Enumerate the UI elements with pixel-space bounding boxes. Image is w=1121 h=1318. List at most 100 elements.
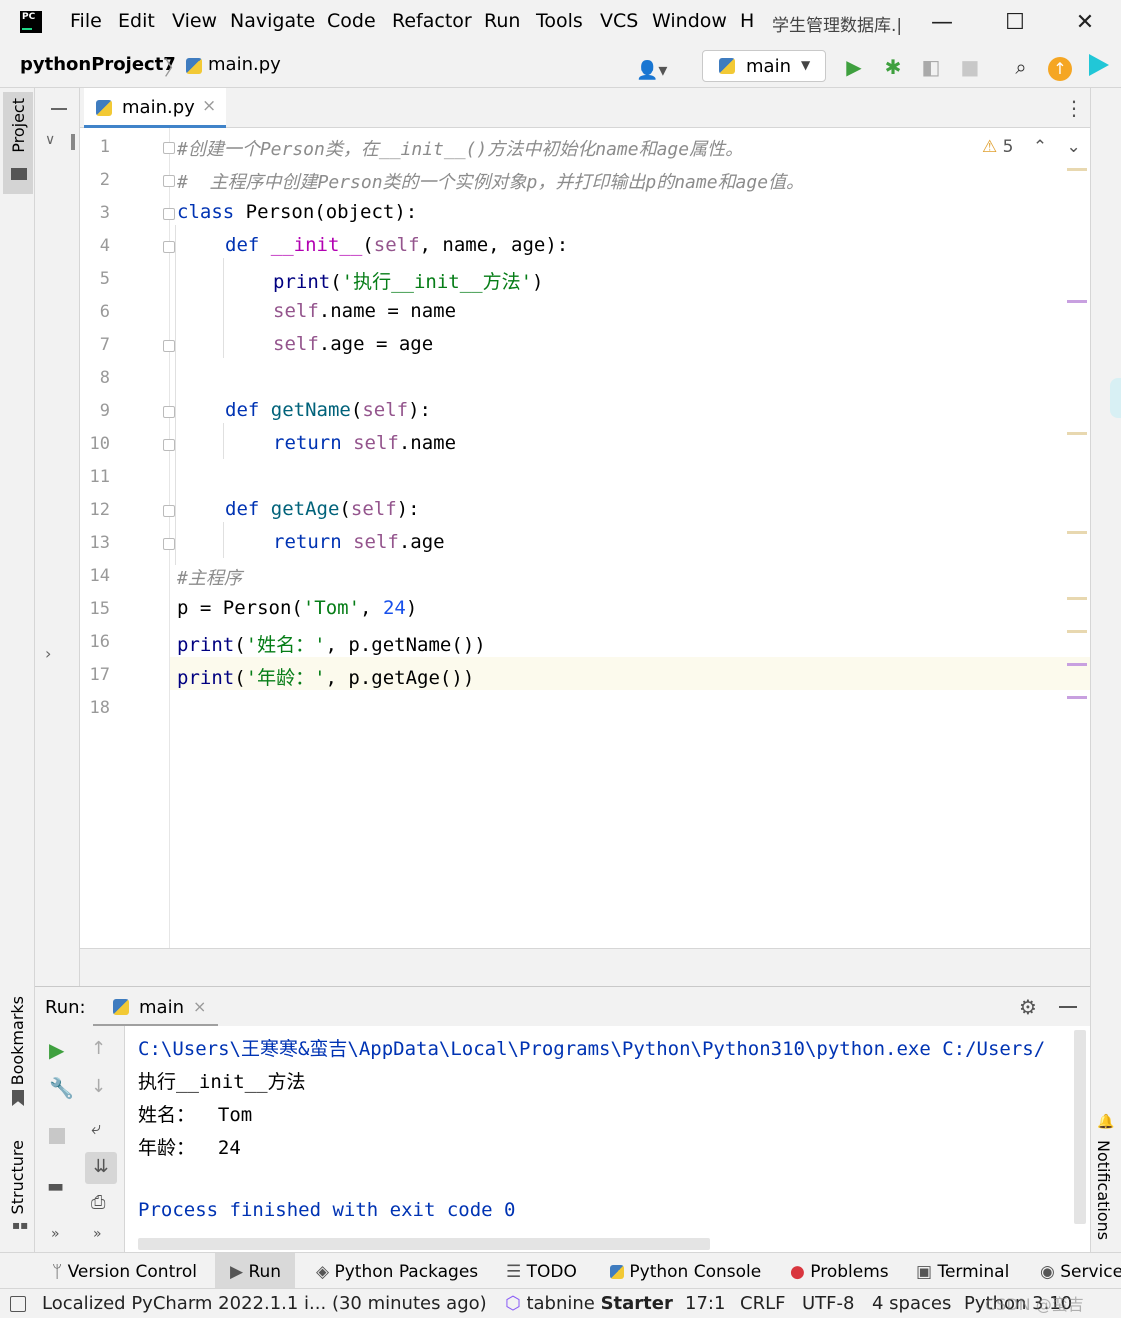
tool-tab-python-console[interactable]: Python Console [610, 1262, 761, 1282]
console-line-output: 姓名： Tom [138, 1104, 253, 1126]
console-vertical-scrollbar[interactable] [1074, 1030, 1086, 1224]
hide-panel-icon[interactable] [1059, 1006, 1077, 1008]
line-number: 3 [99, 203, 110, 223]
notifications-icon[interactable]: 🔔 [1097, 1114, 1114, 1130]
fold-marker[interactable] [163, 538, 175, 550]
tool-tab-todo[interactable]: ☰ TODO [506, 1262, 577, 1282]
menu-window[interactable]: Window [652, 10, 727, 32]
fold-marker[interactable] [163, 142, 175, 154]
function-name: __init__ [270, 234, 363, 256]
fold-marker[interactable] [163, 241, 175, 253]
toggle-tool-windows-icon[interactable] [10, 1296, 26, 1312]
status-bar: Localized PyCharm 2022.1.1 i... (30 minu… [0, 1288, 1121, 1318]
notifications-tool-tab[interactable]: Notifications [1094, 1140, 1113, 1240]
fold-marker[interactable] [163, 208, 175, 220]
console-horizontal-scrollbar[interactable] [138, 1238, 710, 1250]
caret-position[interactable]: 17:1 [685, 1293, 725, 1314]
menu-tools[interactable]: Tools [536, 10, 583, 32]
breadcrumb-project[interactable]: pythonProject7 [20, 54, 176, 75]
more-options-icon[interactable]: ⋮ [1064, 96, 1084, 120]
user-icon[interactable]: 👤▾ [636, 60, 667, 81]
scroll-marker[interactable] [1067, 531, 1087, 534]
scroll-marker[interactable] [1067, 630, 1087, 633]
minimize-button[interactable]: — [927, 8, 957, 38]
debug-icon[interactable]: ✱ [880, 54, 906, 80]
scroll-marker[interactable] [1067, 432, 1087, 435]
indent-setting[interactable]: 4 spaces [872, 1293, 951, 1314]
print-icon[interactable]: ⎙ [91, 1192, 105, 1213]
more-icon[interactable]: » [51, 1226, 60, 1242]
tool-tab-services[interactable]: ◉ Services [1040, 1262, 1121, 1282]
settings-gear-icon[interactable]: ⚙ [1019, 995, 1037, 1019]
tool-tab-problems[interactable]: ● Problems [790, 1262, 889, 1282]
scroll-thumb[interactable] [71, 134, 75, 150]
run-icon[interactable]: ▶ [841, 54, 867, 80]
branch-icon: ᛘ [52, 1262, 63, 1282]
arrow-down-icon[interactable]: ↓ [91, 1076, 106, 1097]
scroll-marker[interactable] [1067, 696, 1087, 699]
hide-icon[interactable] [51, 108, 67, 110]
stop-icon[interactable] [49, 1128, 65, 1144]
folder-icon [11, 168, 27, 180]
menu-help[interactable]: H [740, 10, 754, 32]
menu-view[interactable]: View [172, 10, 217, 32]
chevron-down-icon[interactable]: ∨ [45, 132, 55, 148]
chevron-down-icon: ▼ [801, 58, 811, 72]
status-message[interactable]: Localized PyCharm 2022.1.1 i... (30 minu… [42, 1293, 487, 1314]
fold-marker[interactable] [163, 439, 175, 451]
fold-marker[interactable] [163, 505, 175, 517]
close-window-button[interactable]: ✕ [1070, 8, 1100, 38]
breadcrumb-file[interactable]: main.py [208, 54, 281, 75]
indent-guide [175, 225, 176, 565]
update-icon[interactable]: ↑ [1047, 54, 1073, 81]
line-separator[interactable]: CRLF [740, 1293, 785, 1314]
scroll-marker[interactable] [1067, 663, 1087, 666]
fold-marker[interactable] [163, 406, 175, 418]
tab-main-py[interactable]: main.py × [84, 88, 226, 128]
layout-icon[interactable]: ▬ [47, 1176, 64, 1197]
tool-tab-terminal[interactable]: ▣ Terminal [916, 1262, 1009, 1282]
scroll-marker[interactable] [1067, 300, 1087, 303]
menu-code[interactable]: Code [327, 10, 376, 32]
jetbrains-ai-icon[interactable] [1086, 54, 1112, 80]
fold-marker[interactable] [163, 340, 175, 352]
scroll-marker[interactable] [1067, 597, 1087, 600]
soft-wrap-icon[interactable]: ⤶ [91, 1118, 101, 1139]
tool-tab-python-packages[interactable]: ◈ Python Packages [316, 1262, 478, 1282]
maximize-button[interactable]: ☐ [1000, 8, 1030, 38]
more-icon[interactable]: » [93, 1226, 102, 1242]
run-tab-main[interactable]: main × [93, 987, 218, 1027]
arrow-up-icon[interactable]: ↑ [91, 1038, 106, 1059]
menu-file[interactable]: File [70, 10, 102, 32]
scroll-marker[interactable] [1067, 168, 1087, 171]
tool-tab-version-control[interactable]: ᛘ Version Control [52, 1262, 197, 1282]
coverage-icon[interactable]: ◧ [918, 54, 944, 80]
wrench-icon[interactable]: 🔧 [49, 1076, 74, 1100]
chevron-right-icon[interactable]: › [45, 644, 51, 663]
run-configuration-selector[interactable]: main ▼ [702, 50, 826, 82]
search-icon[interactable]: ⌕ [1008, 54, 1034, 80]
console-line-exit: Process finished with exit code 0 [138, 1199, 516, 1221]
chevron-down-icon[interactable]: ⌄ [1067, 137, 1081, 157]
project-tool-tab[interactable]: Project [3, 92, 33, 194]
stop-icon[interactable]: ■ [957, 54, 983, 80]
menu-run[interactable]: Run [484, 10, 520, 32]
menu-refactor[interactable]: Refactor [392, 10, 472, 32]
scroll-to-end-icon[interactable]: ⇊ [85, 1152, 117, 1184]
tabnine-widget[interactable]: ⬡ tabnine Starter [505, 1293, 673, 1314]
fold-marker[interactable] [163, 175, 175, 187]
structure-tool-tab[interactable]: Structure [8, 1140, 27, 1214]
menu-edit[interactable]: Edit [118, 10, 155, 32]
menu-navigate[interactable]: Navigate [230, 10, 315, 32]
tool-tab-run[interactable]: ▶ Run [230, 1262, 281, 1282]
close-icon[interactable]: × [202, 96, 216, 116]
close-icon[interactable]: × [193, 997, 206, 1016]
run-panel-header: Run: main × ⚙ [35, 986, 1090, 1027]
chevron-up-icon[interactable]: ⌃ [1033, 137, 1047, 157]
bookmarks-tool-tab[interactable]: Bookmarks [8, 996, 27, 1085]
rerun-icon[interactable]: ▶ [49, 1038, 64, 1062]
file-encoding[interactable]: UTF-8 [802, 1293, 854, 1314]
ai-assistant-handle[interactable] [1110, 378, 1121, 418]
inspection-widget[interactable]: ⚠ 5 ⌃ ⌄ [982, 137, 1081, 157]
menu-vcs[interactable]: VCS [600, 10, 638, 32]
